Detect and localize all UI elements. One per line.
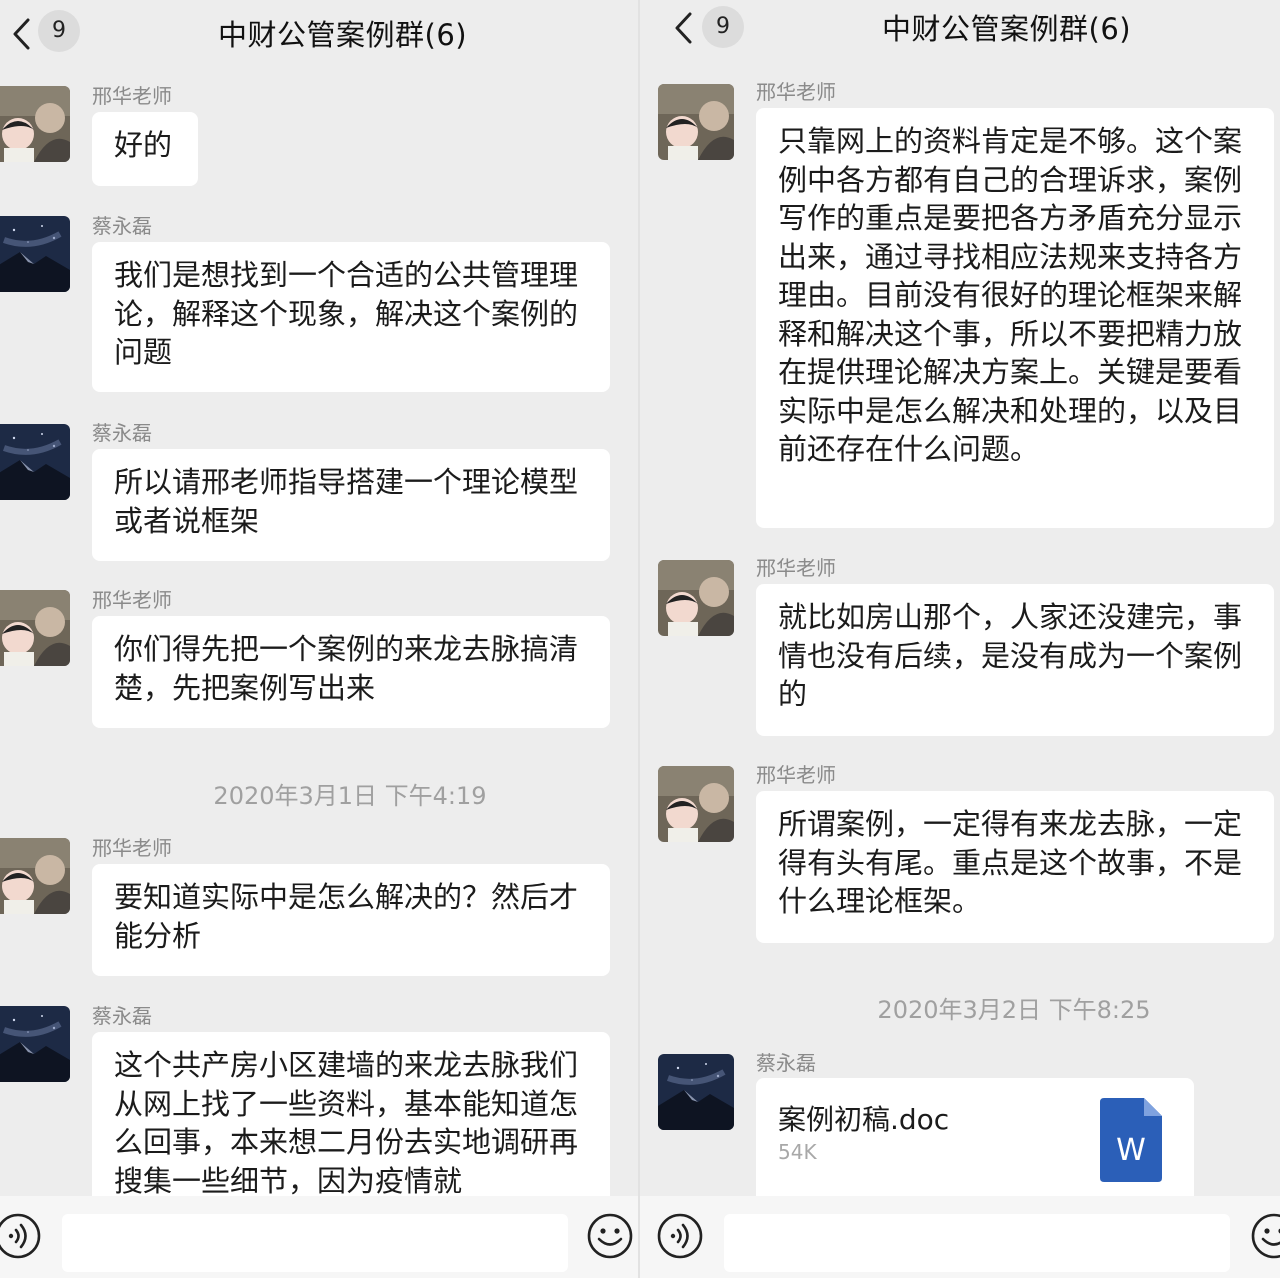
voice-input-button[interactable] [656,1212,704,1260]
sender-name: 邢华老师 [92,588,172,612]
word-doc-icon: W [1100,1098,1162,1182]
smiley-icon [1251,1213,1280,1259]
avatar[interactable] [0,86,70,162]
voice-icon [0,1213,41,1259]
message-bubble[interactable]: 只靠网上的资料肯定是不够。这个案例中各方都有自己的合理诉求，案例写作的重点是要把… [756,108,1274,528]
voice-icon [657,1213,703,1259]
avatar[interactable] [0,1006,70,1082]
sender-name: 蔡永磊 [92,214,152,238]
unread-count-badge[interactable]: 9 [38,10,80,52]
emoji-button[interactable] [586,1212,634,1260]
chat-title: 中财公管案例群(6) [882,12,1132,46]
input-bar [0,1196,640,1278]
message-bubble[interactable]: 所以请邢老师指导搭建一个理论模型或者说框架 [92,449,610,561]
message-bubble[interactable]: 所谓案例，一定得有来龙去脉，一定得有头有尾。重点是这个故事，不是什么理论框架。 [756,791,1274,943]
file-size: 54K [778,1140,817,1164]
message-input[interactable] [724,1214,1230,1272]
sender-name: 邢华老师 [756,763,836,787]
teacher-avatar-icon [0,838,70,914]
teacher-avatar-icon [658,560,734,636]
unread-count-badge[interactable]: 9 [702,6,744,48]
chat-header: 9 中财公管案例群(6) [0,0,640,72]
file-name: 案例初稿.doc [778,1103,950,1136]
avatar[interactable] [658,766,734,842]
input-bar [640,1196,1280,1278]
avatar[interactable] [0,216,70,292]
sender-name: 蔡永磊 [92,1004,152,1028]
avatar[interactable] [658,84,734,160]
chevron-left-icon [675,12,692,44]
smiley-icon [587,1213,633,1259]
sender-name: 邢华老师 [92,836,172,860]
sender-name: 邢华老师 [756,556,836,580]
student-avatar-icon [0,1006,70,1082]
back-button[interactable] [8,14,38,54]
avatar[interactable] [0,590,70,666]
avatar[interactable] [0,838,70,914]
avatar[interactable] [0,424,70,500]
word-doc-letter: W [1116,1133,1146,1168]
message-bubble[interactable]: 好的 [92,112,198,186]
timestamp-divider: 2020年3月1日 下午4:19 [213,782,487,810]
teacher-avatar-icon [0,86,70,162]
message-input[interactable] [62,1214,568,1272]
chat-screen-right: 9 中财公管案例群(6) 邢华老师 只靠网上的资料肯定是不够。这个案例中各方都有… [640,0,1280,1278]
teacher-avatar-icon [658,84,734,160]
chat-screen-left: 9 中财公管案例群(6) 邢华老师 好的 蔡永磊 我们是想找到一个合适的公共管理… [0,0,640,1278]
sender-name: 蔡永磊 [756,1051,816,1075]
message-bubble[interactable]: 你们得先把一个案例的来龙去脉搞清楚，先把案例写出来 [92,616,610,728]
student-avatar-icon [0,216,70,292]
back-button[interactable] [670,8,700,48]
avatar[interactable] [658,560,734,636]
voice-input-button[interactable] [0,1212,42,1260]
student-avatar-icon [0,424,70,500]
emoji-button[interactable] [1250,1212,1280,1260]
message-bubble[interactable]: 我们是想找到一个合适的公共管理理论，解释这个现象，解决这个案例的问题 [92,242,610,392]
message-list: 邢华老师 好的 蔡永磊 我们是想找到一个合适的公共管理理论，解释这个现象，解决这… [0,72,640,1196]
timestamp-divider: 2020年3月2日 下午8:25 [877,996,1151,1024]
teacher-avatar-icon [0,590,70,666]
message-list: 邢华老师 只靠网上的资料肯定是不够。这个案例中各方都有自己的合理诉求，案例写作的… [640,68,1280,1196]
avatar[interactable] [658,1054,734,1130]
student-avatar-icon [658,1054,734,1130]
chevron-left-icon [13,18,30,50]
message-bubble[interactable]: 这个共产房小区建墙的来龙去脉我们从网上找了一些资料，基本能知道怎么回事，本来想二… [92,1032,610,1196]
chat-header: 9 中财公管案例群(6) [640,0,1280,72]
message-bubble[interactable]: 就比如房山那个，人家还没建完，事情也没有后续，是没有成为一个案例的 [756,584,1274,736]
message-bubble[interactable]: 要知道实际中是怎么解决的？然后才能分析 [92,864,610,976]
chat-title: 中财公管案例群(6) [218,18,468,52]
file-card[interactable]: 案例初稿.doc 54K W [756,1078,1194,1196]
teacher-avatar-icon [658,766,734,842]
sender-name: 蔡永磊 [92,421,152,445]
sender-name: 邢华老师 [756,80,836,104]
sender-name: 邢华老师 [92,84,172,108]
